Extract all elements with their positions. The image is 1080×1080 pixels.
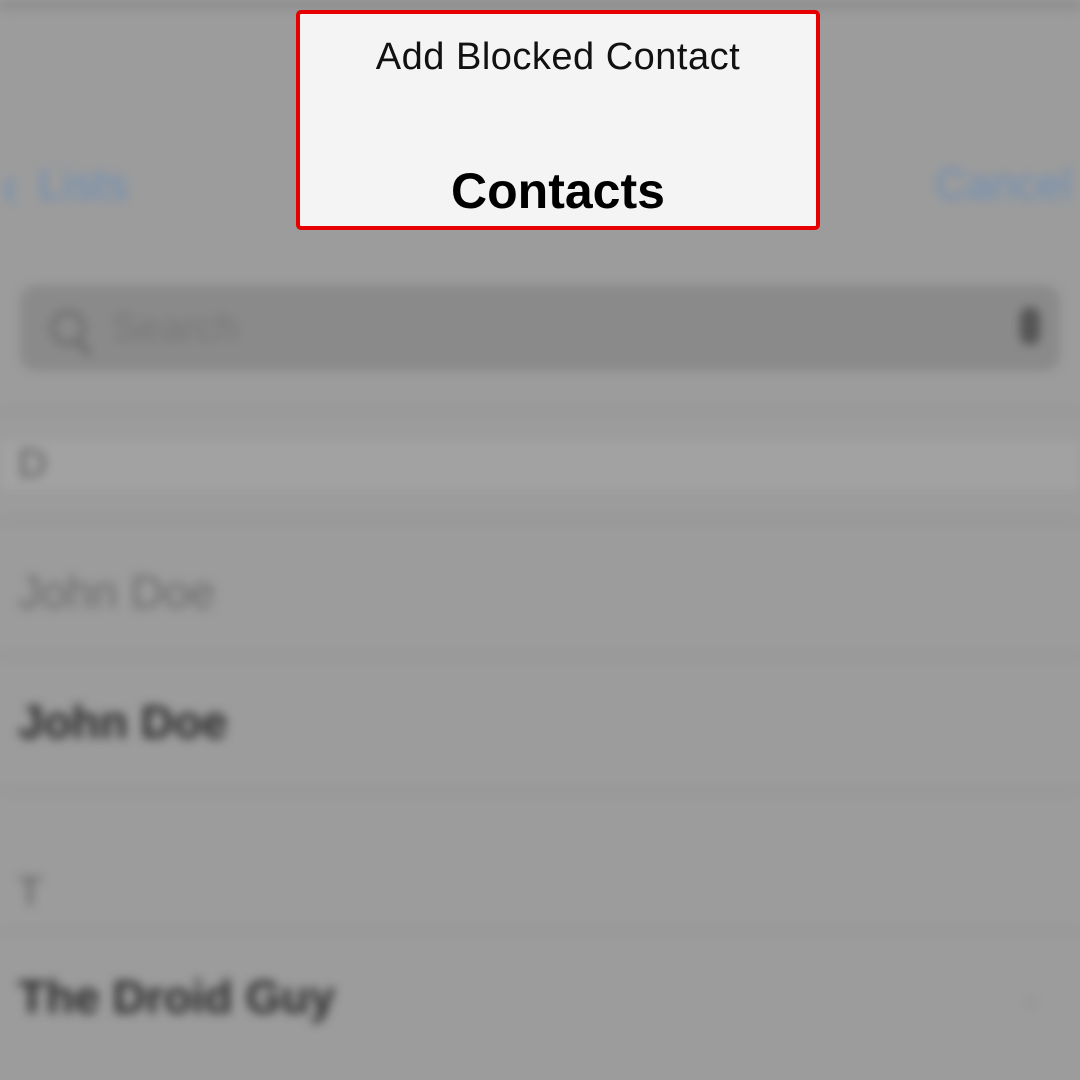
list-item[interactable]: John Doe [18, 695, 228, 749]
cancel-button[interactable]: Cancel [935, 150, 1072, 220]
screen: ‹ Lists Cancel Search D John Doe John Do… [0, 0, 1080, 1080]
page-title: Contacts [451, 163, 665, 219]
section-letter-t: T [18, 870, 43, 914]
back-label: Lists [37, 160, 129, 209]
divider [0, 520, 1080, 522]
index-hint: · [1025, 980, 1037, 1021]
microphone-icon[interactable] [1020, 307, 1040, 345]
back-button[interactable]: ‹ Lists [0, 150, 128, 220]
list-item[interactable]: John Doe [18, 565, 215, 619]
section-letter-d: D [18, 442, 47, 486]
search-icon [50, 310, 86, 346]
search-bar[interactable]: Search [20, 285, 1060, 371]
divider [0, 790, 1080, 792]
divider [0, 930, 1080, 932]
search-placeholder: Search [112, 305, 239, 350]
section-header-band [0, 440, 1080, 490]
list-item[interactable]: The Droid Guy [18, 970, 335, 1024]
status-strip [0, 0, 1080, 10]
chevron-left-icon: ‹ [3, 151, 16, 219]
highlighted-header: Add Blocked Contact Contacts [296, 10, 820, 230]
header-prompt: Add Blocked Contact [375, 36, 741, 78]
divider [0, 655, 1080, 657]
divider [0, 410, 1080, 412]
